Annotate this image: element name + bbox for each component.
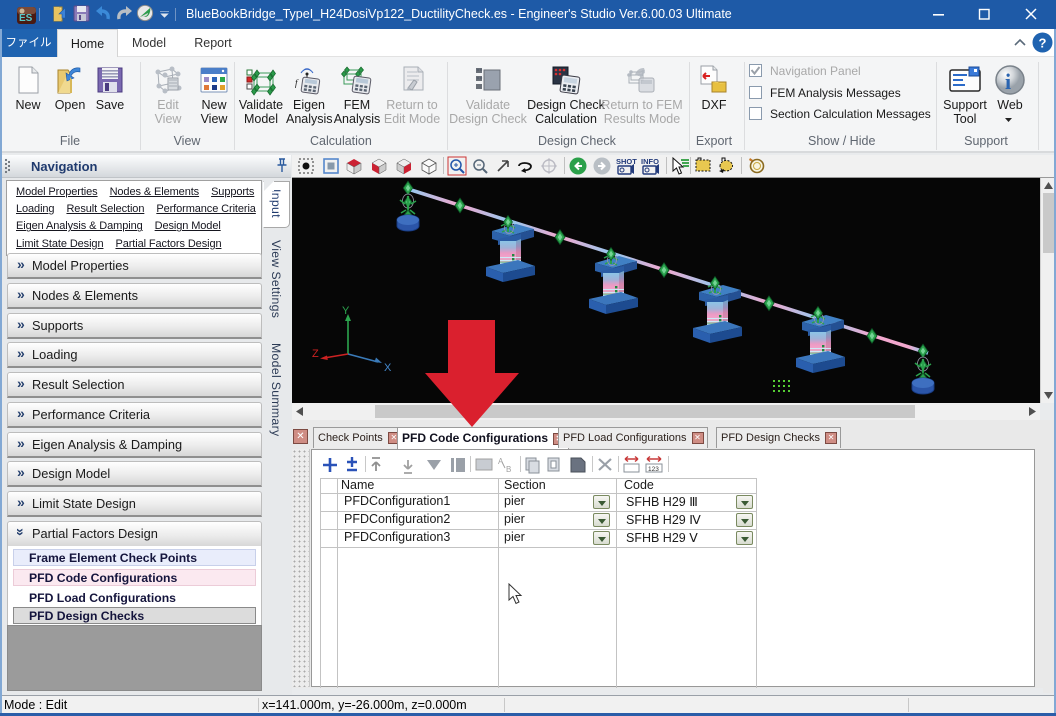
svg-text:f: f [295,78,299,88]
svg-text:Y: Y [342,305,350,317]
svg-text:i: i [1005,69,1011,94]
svg-text:123: 123 [648,466,659,473]
svg-text:Z: Z [312,348,319,360]
svg-text:B: B [506,465,511,474]
svg-text:INFO: INFO [641,157,659,166]
svg-text:SHOT: SHOT [616,157,637,166]
svg-text:?: ? [1039,36,1047,51]
svg-text:ES: ES [19,13,33,24]
svg-text:X: X [384,362,392,374]
